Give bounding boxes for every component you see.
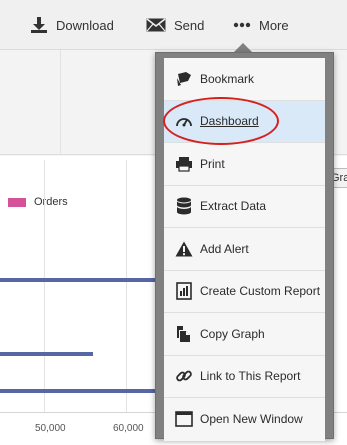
panel-divider xyxy=(60,50,61,155)
x-tick-label: 60,000 xyxy=(113,423,144,434)
gridline xyxy=(44,160,45,412)
menu-item-label: Extract Data xyxy=(200,199,267,214)
more-button[interactable]: More xyxy=(233,14,289,36)
menu-item-label: Bookmark xyxy=(200,71,255,86)
menu-item-label: Add Alert xyxy=(200,241,249,256)
menu-caret xyxy=(234,43,252,52)
menu-item-bookmark[interactable]: Bookmark xyxy=(164,58,325,101)
menu-item-label: Link to This Report xyxy=(200,369,301,384)
chart-legend: Orders xyxy=(8,196,68,208)
report-icon xyxy=(174,281,194,301)
link-icon xyxy=(174,366,194,386)
more-label: More xyxy=(259,17,289,33)
window-icon xyxy=(174,409,194,429)
menu-item-create-custom-report[interactable]: Create Custom Report xyxy=(164,271,325,313)
menu-item-label: Copy Graph xyxy=(200,326,265,341)
envelope-icon xyxy=(146,18,166,32)
toolbar: Download Send More xyxy=(0,0,347,50)
menu-item-copy-graph[interactable]: Copy Graph xyxy=(164,313,325,356)
menu-item-label: Print xyxy=(200,156,225,171)
menu-item-extract-data[interactable]: Extract Data xyxy=(164,186,325,228)
send-label: Send xyxy=(174,17,205,33)
x-tick-label: 50,000 xyxy=(35,423,66,434)
menu-item-label: Dashboard xyxy=(200,114,259,129)
ellipsis-icon xyxy=(233,22,251,28)
gauge-icon xyxy=(174,111,194,131)
menu-item-link-to-report[interactable]: Link to This Report xyxy=(164,356,325,398)
bookmark-icon xyxy=(174,69,194,89)
copy-icon xyxy=(174,324,194,344)
download-icon xyxy=(30,16,48,34)
download-label: Download xyxy=(56,17,114,33)
warning-icon xyxy=(174,239,194,259)
menu-item-print[interactable]: Print xyxy=(164,143,325,186)
more-menu-list: Bookmark Dashboard Print Extract Data Ad… xyxy=(164,58,325,441)
chart-bar xyxy=(0,352,93,356)
menu-item-add-alert[interactable]: Add Alert xyxy=(164,228,325,271)
menu-item-open-new-window[interactable]: Open New Window xyxy=(164,398,325,441)
menu-item-label: Open New Window xyxy=(200,412,303,427)
database-icon xyxy=(174,196,194,216)
legend-swatch xyxy=(8,197,26,207)
download-button[interactable]: Download xyxy=(30,14,114,36)
more-menu: Bookmark Dashboard Print Extract Data Ad… xyxy=(155,52,334,441)
send-button[interactable]: Send xyxy=(146,14,204,36)
legend-label: Orders xyxy=(34,196,68,208)
printer-icon xyxy=(174,154,194,174)
menu-item-label: Create Custom Report xyxy=(200,284,321,299)
menu-item-dashboard[interactable]: Dashboard xyxy=(164,100,325,143)
gridline xyxy=(126,160,127,412)
